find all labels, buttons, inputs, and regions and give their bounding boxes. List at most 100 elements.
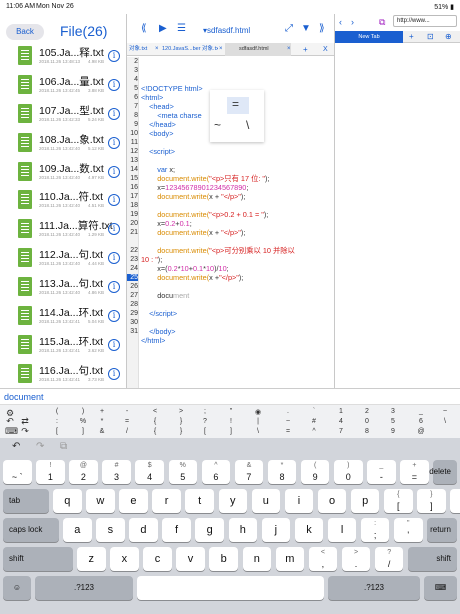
file-list-item[interactable]: 111.Ja...算符.txt 2018.11.26 13:42:40 1.29 K… <box>0 215 126 244</box>
symbol-key[interactable]: = <box>122 418 132 425</box>
collapse-panel-icon[interactable]: ⟪ <box>141 23 147 34</box>
symbol-key[interactable]: { <box>150 428 160 435</box>
info-icon[interactable]: i <box>108 194 120 207</box>
letter-key[interactable]: f <box>162 518 191 542</box>
symbol-key[interactable]: ◉ <box>253 408 263 416</box>
symbol-key[interactable]: ~ <box>440 408 450 415</box>
number-key[interactable]: _ - <box>367 460 396 484</box>
popup-tilde[interactable]: ~ <box>214 118 221 132</box>
file-list-item[interactable]: 114.Ja...环.txt 2018.11.26 13:42:41 5.04 KB… <box>0 302 126 331</box>
letter-key[interactable]: c <box>143 547 172 571</box>
symbol-key[interactable]: }] <box>417 489 446 513</box>
info-icon[interactable]: i <box>108 107 120 120</box>
symbol-key[interactable]: <, <box>308 547 338 571</box>
letter-key[interactable]: p <box>350 489 380 513</box>
info-icon[interactable]: i <box>108 252 120 265</box>
info-icon[interactable]: i <box>108 165 120 178</box>
file-list-item[interactable]: 108.Ja...象.txt 2018.11.26 13:42:40 5.12 KB… <box>0 129 126 158</box>
symbol-key[interactable]: >. <box>341 547 371 571</box>
bookmark-add-icon[interactable]: ⊕ <box>445 32 452 41</box>
number-key[interactable]: #3 <box>102 460 131 484</box>
symbol-key[interactable]: " ' <box>394 518 423 542</box>
info-icon[interactable]: i <box>108 310 120 323</box>
number-key[interactable]: * 8 <box>267 460 297 484</box>
symbol-key[interactable]: ? <box>200 418 210 425</box>
run-icon[interactable]: ▶ <box>159 23 167 34</box>
symbol-key[interactable]: 9 <box>388 428 398 435</box>
symbol-key[interactable]: = <box>283 428 293 435</box>
info-icon[interactable]: i <box>108 78 120 91</box>
letter-key[interactable]: v <box>176 547 205 571</box>
letter-key[interactable]: g <box>195 518 224 542</box>
symbol-key[interactable]: ] <box>226 428 236 435</box>
popup-equals[interactable]: = <box>232 97 239 111</box>
symbol-key[interactable]: ) <box>78 408 88 415</box>
expand-icon[interactable]: ⤢ <box>285 23 293 34</box>
number-key[interactable]: (9 <box>300 460 330 484</box>
letter-key[interactable]: k <box>294 518 324 542</box>
popup-backslash[interactable]: \ <box>246 118 249 132</box>
number-key[interactable]: ) 0 <box>334 460 363 484</box>
symbol-key[interactable]: :; <box>360 518 390 542</box>
symbol-key[interactable]: % <box>78 418 88 425</box>
symbol-key[interactable]: { <box>150 418 160 425</box>
symbol-key[interactable]: ` <box>309 408 319 415</box>
symbol-key[interactable]: ] <box>78 428 88 435</box>
symbol-key[interactable]: @ <box>416 428 426 435</box>
number-key[interactable]: + = <box>400 460 429 484</box>
symbol-key[interactable]: } <box>176 418 186 425</box>
symbol-key[interactable]: & <box>97 428 107 435</box>
letter-key[interactable]: x <box>110 547 139 571</box>
symbol-key[interactable]: ? / <box>374 547 404 571</box>
symbol-key[interactable]: 1 <box>336 408 346 415</box>
add-tab-icon[interactable]: + <box>409 32 414 41</box>
delete-key[interactable]: delete <box>429 460 457 484</box>
info-icon[interactable]: i <box>108 50 120 62</box>
dropdown-icon[interactable]: ▼ <box>301 23 311 34</box>
hide-keyboard-icon[interactable]: ⌨ <box>424 576 457 600</box>
symbol-key[interactable]: - <box>122 408 132 415</box>
letter-key[interactable]: u <box>251 489 281 513</box>
symbol-key[interactable]: + <box>97 408 107 415</box>
close-tab-icon[interactable]: × <box>219 43 223 56</box>
file-list-item[interactable]: 105.Ja...释.txt 2018.11.26 13:48:13 4.98 KB… <box>0 42 126 71</box>
symbol-key[interactable]: 7 <box>336 428 346 435</box>
numbers-right-key[interactable]: .?123 <box>328 576 420 600</box>
redo-icon[interactable]: ↷ <box>20 426 30 437</box>
editor-tab-active[interactable]: sdfasdf.html <box>225 43 291 56</box>
number-key[interactable]: ! 1 <box>36 460 65 484</box>
letter-key[interactable]: r <box>152 489 181 513</box>
paste-icon[interactable]: ⧉ <box>60 441 67 452</box>
symbol-key[interactable]: 2 <box>362 408 372 415</box>
expand-panel-icon[interactable]: ⟫ <box>319 23 325 34</box>
file-list-item[interactable]: 112.Ja...句.txt 2018.11.26 13:42:40 4.44 KB… <box>0 244 126 273</box>
letter-key[interactable]: z <box>77 547 106 571</box>
symbol-key[interactable]: } <box>176 428 186 435</box>
caps-lock-key[interactable]: caps lock <box>3 518 59 542</box>
close-tab-icon[interactable]: × <box>287 43 291 56</box>
forward-icon[interactable]: › <box>351 17 354 27</box>
back-button[interactable]: Back <box>6 24 44 40</box>
close-all-tabs-icon[interactable]: X <box>323 43 328 56</box>
info-icon[interactable]: i <box>108 136 120 149</box>
number-key[interactable]: ~ ` <box>3 460 32 484</box>
file-list-item[interactable]: 113.Ja...句.txt 2018.11.26 13:42:40 4.86 KB… <box>0 273 126 302</box>
letter-key[interactable]: j <box>261 518 291 542</box>
symbol-key[interactable]: # <box>309 418 319 425</box>
symbol-key[interactable]: . <box>283 408 293 415</box>
editor-tab-2[interactable]: 120.JavaS...ber 对象.txt <box>160 43 218 56</box>
file-list-item[interactable]: 115.Ja...环.txt 2018.11.26 13:42:41 3.62 KB… <box>0 331 126 360</box>
info-icon[interactable]: i <box>108 223 120 236</box>
letter-key[interactable]: a <box>63 518 92 542</box>
symbol-key[interactable]: [ <box>52 428 62 435</box>
file-list-item[interactable]: 109.Ja...数.txt 2018.11.26 13:42:40 4.97 KB… <box>0 158 126 187</box>
number-key[interactable]: @2 <box>69 460 98 484</box>
back-icon[interactable]: ‹ <box>339 17 342 27</box>
symbol-key[interactable]: > <box>176 408 186 415</box>
symbol-key[interactable]: _ <box>416 408 426 415</box>
number-key[interactable]: & 7 <box>234 460 264 484</box>
close-tab-icon[interactable]: × <box>155 43 159 56</box>
letter-key[interactable]: s <box>96 518 125 542</box>
letter-key[interactable]: i <box>284 489 314 513</box>
letter-key[interactable]: d <box>129 518 158 542</box>
